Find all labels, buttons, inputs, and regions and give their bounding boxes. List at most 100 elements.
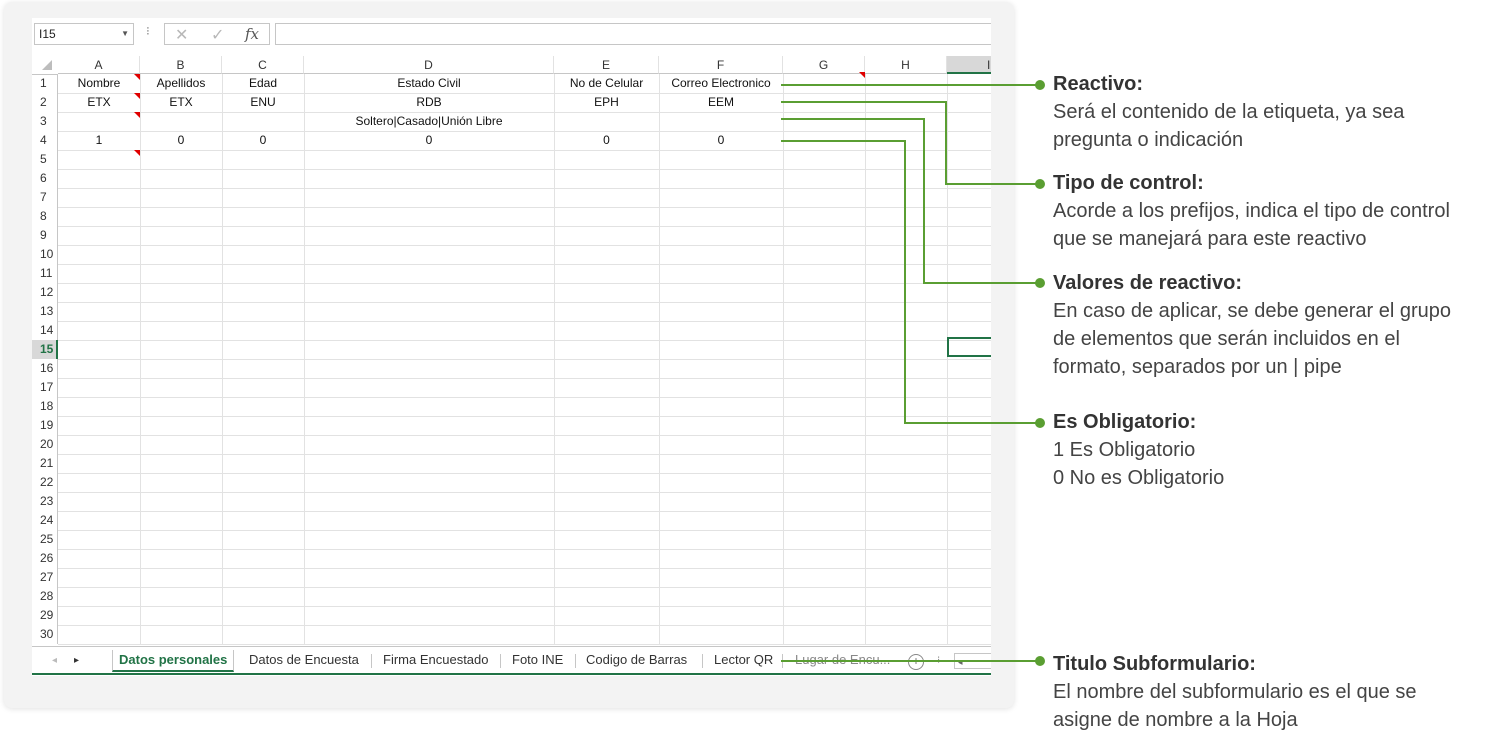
annotation-line: que se manejará para este reactivo xyxy=(1053,228,1367,250)
row-header[interactable]: 13 xyxy=(32,302,58,321)
status-line xyxy=(32,673,991,675)
row-header[interactable]: 2 xyxy=(32,93,58,112)
tab-codigo-de-barras[interactable]: Codigo de Barras xyxy=(580,650,693,670)
annotation-line: asigne de nombre a la Hoja xyxy=(1053,709,1298,731)
row-header[interactable]: 10 xyxy=(32,245,58,264)
row-divider xyxy=(58,340,991,341)
row-header[interactable]: 7 xyxy=(32,188,58,207)
row-header[interactable]: 15 xyxy=(32,340,58,359)
horizontal-scrollbar[interactable]: ◂ xyxy=(954,653,991,669)
more-dots-icon[interactable]: ⁝ xyxy=(937,655,940,666)
row-header[interactable]: 27 xyxy=(32,568,58,587)
row-header[interactable]: 19 xyxy=(32,416,58,435)
cell-a4[interactable]: 1 xyxy=(58,131,140,150)
row-header[interactable]: 6 xyxy=(32,169,58,188)
column-header-g[interactable]: G xyxy=(783,56,865,74)
row-header[interactable]: 18 xyxy=(32,397,58,416)
comment-marker[interactable] xyxy=(859,72,865,78)
cell-f1[interactable]: Correo Electronico xyxy=(659,74,783,93)
cell-b4[interactable]: 0 xyxy=(140,131,222,150)
row-divider xyxy=(58,644,991,645)
check-icon[interactable]: ✓ xyxy=(211,25,224,45)
tab-datos-personales[interactable]: Datos personales xyxy=(112,650,235,672)
chevron-down-icon[interactable]: ▼ xyxy=(121,24,129,44)
row-header[interactable]: 30 xyxy=(32,625,58,644)
row-header[interactable]: 21 xyxy=(32,454,58,473)
row-header[interactable]: 25 xyxy=(32,530,58,549)
row-header[interactable]: 4 xyxy=(32,131,58,150)
cell-e2[interactable]: EPH xyxy=(554,93,659,112)
scroll-left-icon[interactable]: ◂ xyxy=(958,657,963,667)
formula-input[interactable] xyxy=(275,23,991,45)
column-header-e[interactable]: E xyxy=(554,56,659,74)
comment-marker[interactable] xyxy=(134,93,140,99)
row-header[interactable]: 28 xyxy=(32,587,58,606)
add-sheet-icon[interactable]: + xyxy=(908,654,924,670)
cell-b2[interactable]: ETX xyxy=(140,93,222,112)
row-header[interactable]: 3 xyxy=(32,112,58,131)
column-header-f[interactable]: F xyxy=(659,56,783,74)
column-header-i[interactable]: I xyxy=(947,56,991,74)
tab-lector-qr[interactable]: Lector QR xyxy=(708,650,779,670)
annotation-title: Reactivo: xyxy=(1053,73,1144,95)
row-header[interactable]: 16 xyxy=(32,359,58,378)
active-cell-i15[interactable] xyxy=(947,337,991,357)
insert-function-icon[interactable]: fx xyxy=(245,25,259,43)
cell-f2[interactable]: EEM xyxy=(659,93,783,112)
cell-d3[interactable]: Soltero|Casado|Unión Libre xyxy=(304,112,554,131)
row-header[interactable]: 23 xyxy=(32,492,58,511)
row-header[interactable]: 1 xyxy=(32,74,58,93)
cell-f4[interactable]: 0 xyxy=(659,131,783,150)
cell-e4[interactable]: 0 xyxy=(554,131,659,150)
row-divider xyxy=(58,492,991,493)
connector-dot xyxy=(1035,179,1045,189)
cell-c1[interactable]: Edad xyxy=(222,74,304,93)
more-dots-icon[interactable]: ⁝ xyxy=(146,24,150,38)
row-header[interactable]: 11 xyxy=(32,264,58,283)
tab-foto-ine[interactable]: Foto INE xyxy=(506,650,569,670)
column-header-b[interactable]: B xyxy=(140,56,222,74)
tab-next-icon[interactable]: ▸ xyxy=(74,655,79,666)
comment-marker[interactable] xyxy=(134,150,140,156)
row-divider xyxy=(58,511,991,512)
row-header[interactable]: 22 xyxy=(32,473,58,492)
row-header[interactable]: 12 xyxy=(32,283,58,302)
cell-e1[interactable]: No de Celular xyxy=(554,74,659,93)
cell-a2[interactable]: ETX xyxy=(58,93,140,112)
cell-d1[interactable]: Estado Civil xyxy=(304,74,554,93)
row-header[interactable]: 20 xyxy=(32,435,58,454)
row-header[interactable]: 29 xyxy=(32,606,58,625)
cancel-icon[interactable]: ✕ xyxy=(175,25,188,45)
spreadsheet-window: I15 ▼ ⁝ ✕ ✓ fx A B C D E F G H I 1234567… xyxy=(32,18,991,676)
row-header[interactable]: 26 xyxy=(32,549,58,568)
row-header[interactable]: 8 xyxy=(32,207,58,226)
cell-b1[interactable]: Apellidos xyxy=(140,74,222,93)
comment-marker[interactable] xyxy=(134,74,140,80)
select-all-corner[interactable] xyxy=(32,56,58,75)
cell-c2[interactable]: ENU xyxy=(222,93,304,112)
row-divider xyxy=(58,473,991,474)
tab-prev-icon[interactable]: ◂ xyxy=(52,655,57,666)
cell-d2[interactable]: RDB xyxy=(304,93,554,112)
row-header[interactable]: 24 xyxy=(32,511,58,530)
row-header[interactable]: 9 xyxy=(32,226,58,245)
row-divider xyxy=(58,435,991,436)
annotation-title: Es Obligatorio: xyxy=(1053,411,1197,433)
column-header-c[interactable]: C xyxy=(222,56,304,74)
cell-d4[interactable]: 0 xyxy=(304,131,554,150)
column-header-h[interactable]: H xyxy=(865,56,947,74)
annotation-title: Titulo Subformulario: xyxy=(1053,653,1256,675)
column-header-d[interactable]: D xyxy=(304,56,554,74)
row-header[interactable]: 17 xyxy=(32,378,58,397)
column-header-a[interactable]: A xyxy=(58,56,140,74)
tab-firma-encuestado[interactable]: Firma Encuestado xyxy=(377,650,495,670)
annotation-valores-reactivo: Valores de reactivo: En caso de aplicar,… xyxy=(1053,269,1451,381)
cell-a1[interactable]: Nombre xyxy=(58,74,140,93)
row-header[interactable]: 14 xyxy=(32,321,58,340)
tab-datos-de-encuesta[interactable]: Datos de Encuesta xyxy=(243,650,365,670)
cell-c4[interactable]: 0 xyxy=(222,131,304,150)
name-box[interactable]: I15 ▼ xyxy=(34,23,134,45)
comment-marker[interactable] xyxy=(134,112,140,118)
row-header[interactable]: 5 xyxy=(32,150,58,169)
tab-lugar-de-encuesta[interactable]: Lugar de Encu... xyxy=(789,650,896,670)
